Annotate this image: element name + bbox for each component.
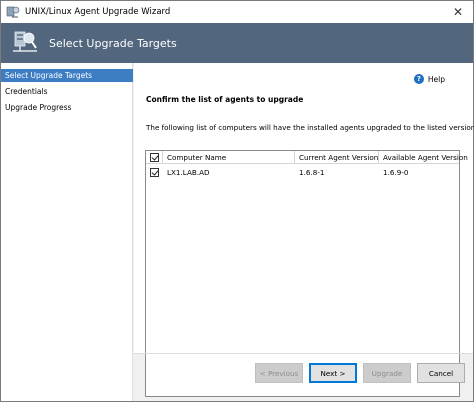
next-button[interactable]: Next > <box>309 363 357 383</box>
nav-item-select-upgrade-targets[interactable]: Select Upgrade Targets <box>1 69 133 82</box>
column-header-current-version[interactable]: Current Agent Version <box>295 151 379 164</box>
nav-item-credentials[interactable]: Credentials <box>1 85 133 98</box>
wizard-step-nav: Select Upgrade Targets Credentials Upgra… <box>1 63 133 401</box>
column-header-available-version[interactable]: Available Agent Version <box>379 151 468 164</box>
cancel-button[interactable]: Cancel <box>417 363 465 383</box>
agents-grid: Computer Name Current Agent Version Avai… <box>145 150 468 397</box>
wizard-window: UNIX/Linux Agent Upgrade Wizard ✕ Select… <box>0 0 474 402</box>
help-label: Help <box>427 74 445 84</box>
main-panel: ? Help Confirm the list of agents to upg… <box>134 63 474 397</box>
upgrade-button[interactable]: Upgrade <box>363 363 411 383</box>
footer-divider <box>134 353 473 354</box>
column-header-computer-name[interactable]: Computer Name <box>163 151 295 164</box>
page-title: Select Upgrade Targets <box>49 36 177 50</box>
header-check-column <box>146 151 163 164</box>
header-banner: Select Upgrade Targets <box>1 23 473 63</box>
wizard-banner-icon <box>11 29 39 57</box>
row-computer-name: LX1.LAB.AD <box>167 168 210 177</box>
help-link[interactable]: ? Help <box>413 74 445 84</box>
nav-item-label: Upgrade Progress <box>5 103 72 112</box>
previous-button[interactable]: < Previous <box>255 363 303 383</box>
nav-item-label: Select Upgrade Targets <box>5 71 93 80</box>
section-heading: Confirm the list of agents to upgrade <box>146 95 304 104</box>
nav-item-upgrade-progress[interactable]: Upgrade Progress <box>1 101 133 114</box>
close-icon[interactable]: ✕ <box>443 1 473 23</box>
select-all-checkbox[interactable] <box>150 153 159 162</box>
help-icon: ? <box>413 74 424 84</box>
row-current-version: 1.6.8-1 <box>299 168 325 177</box>
nav-item-label: Credentials <box>5 87 48 96</box>
grid-header: Computer Name Current Agent Version Avai… <box>146 151 468 164</box>
section-description: The following list of computers will hav… <box>146 123 474 132</box>
wizard-app-icon <box>6 5 20 19</box>
row-available-version: 1.6.9-0 <box>383 168 409 177</box>
table-row[interactable]: LX1.LAB.AD 1.6.8-1 1.6.9-0 <box>146 166 459 179</box>
row-checkbox[interactable] <box>150 168 159 177</box>
window-title: UNIX/Linux Agent Upgrade Wizard <box>25 7 171 17</box>
title-bar: UNIX/Linux Agent Upgrade Wizard ✕ <box>1 1 473 23</box>
